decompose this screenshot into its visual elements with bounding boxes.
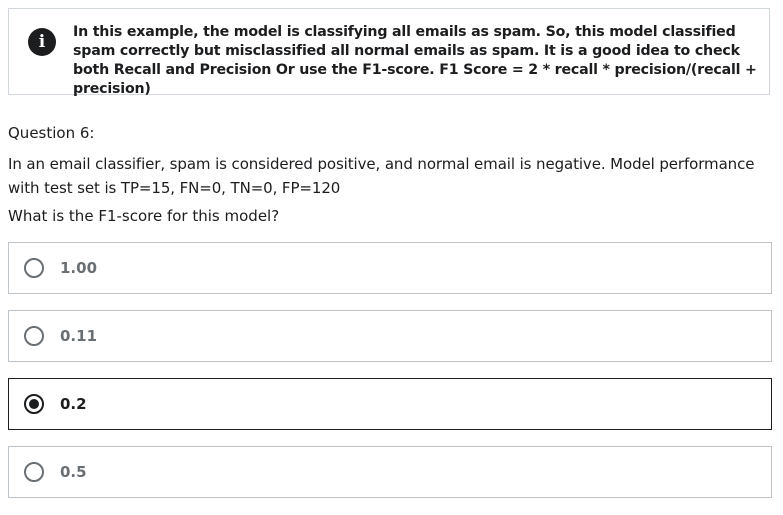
info-icon: i bbox=[28, 28, 56, 56]
alert-text: In this example, the model is classifyin… bbox=[73, 24, 757, 97]
radio-button-icon[interactable] bbox=[24, 326, 44, 346]
answer-option-4[interactable]: 0.5 bbox=[8, 446, 772, 498]
question-text: In an email classifier, spam is consider… bbox=[8, 155, 755, 197]
radio-button-icon[interactable] bbox=[24, 394, 44, 414]
radio-selected-dot-icon bbox=[29, 399, 39, 409]
answer-option-1[interactable]: 1.00 bbox=[8, 242, 772, 294]
answer-option-2[interactable]: 0.11 bbox=[8, 310, 772, 362]
answer-option-label: 0.2 bbox=[60, 395, 87, 413]
info-alert: i In this example, the model is classify… bbox=[8, 8, 770, 97]
answer-option-label: 0.11 bbox=[60, 327, 98, 345]
answer-option-label: 1.00 bbox=[60, 259, 98, 277]
question-prompt: What is the F1-score for this model? bbox=[8, 207, 280, 225]
quiz-page: i In this example, the model is classify… bbox=[0, 0, 783, 515]
answer-option-3[interactable]: 0.2 bbox=[8, 378, 772, 430]
radio-button-icon[interactable] bbox=[24, 258, 44, 278]
question-number: Question 6: bbox=[8, 124, 95, 142]
answer-option-label: 0.5 bbox=[60, 463, 87, 481]
radio-button-icon[interactable] bbox=[24, 462, 44, 482]
